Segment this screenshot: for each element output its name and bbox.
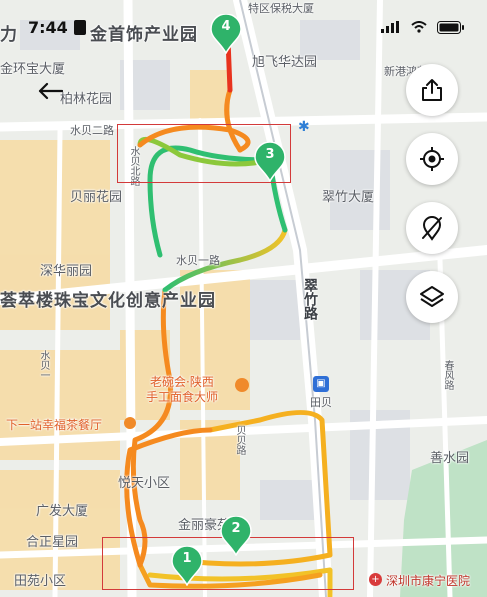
- restaurant-icon: [235, 378, 249, 392]
- map-label-shuibei1: 水贝一路: [176, 254, 220, 267]
- map-label-right-road: 春风路: [442, 360, 453, 390]
- back-button[interactable]: [32, 76, 68, 106]
- status-bar: 7:44: [0, 14, 487, 42]
- hospital-icon: +: [369, 573, 382, 586]
- map-label-yuetian: 悦天小区: [118, 476, 171, 491]
- map-label-tea: 下一站幸福茶餐厅: [6, 418, 103, 432]
- layers-button[interactable]: [406, 271, 458, 323]
- signal-icon: [381, 21, 399, 33]
- status-time: 7:44: [28, 18, 68, 37]
- location-off-icon: [422, 216, 442, 241]
- route-pin-3[interactable]: 3: [253, 141, 287, 183]
- map-label-tianyuan: 田苑小区: [14, 574, 67, 589]
- share-button[interactable]: [406, 64, 458, 116]
- map-label-xuda: 旭飞华达园: [252, 55, 318, 70]
- map-label-shanshui: 善水园: [430, 451, 470, 466]
- battery-icon: [437, 21, 464, 34]
- bus-station-icon: ▣: [313, 376, 329, 392]
- map-label-guangfa: 广发大厦: [36, 504, 89, 519]
- map-label-shuibei-one: 水贝一: [38, 350, 49, 380]
- route-pin-3-label: 3: [265, 147, 275, 162]
- map-label-hexing: 合正星园: [26, 535, 79, 550]
- map-label-beili: 贝丽花园: [70, 190, 123, 205]
- layers-icon: [420, 286, 444, 307]
- map-label-cuizhu: 翠竹大厦: [322, 190, 375, 205]
- route-pin-1-label: 1: [182, 551, 192, 566]
- map-label-hospital: 深圳市康宁医院: [386, 574, 471, 588]
- map-label-laowan-2: 手工面食大师: [146, 390, 219, 404]
- map-label-shenhua: 深华丽园: [40, 264, 93, 279]
- map-label-shuibei2: 水贝二路: [70, 124, 114, 137]
- route-pin-2[interactable]: 2: [219, 515, 253, 557]
- map-label-cuilou: 荟萃楼珠宝文化创意产业园: [0, 291, 216, 311]
- map-label-cuizhulu: 翠竹路: [302, 278, 318, 320]
- wifi-icon: [411, 21, 427, 33]
- map-label-mid-road: 贝贝路: [234, 425, 245, 455]
- notification-icon: [74, 20, 86, 35]
- map-label-jinhua: 金环宝大厦: [0, 62, 66, 77]
- restaurant-icon-2: [124, 417, 136, 429]
- map-label-tianbei: 田贝: [310, 396, 332, 409]
- crosshair-icon: [420, 147, 444, 171]
- route-pin-1[interactable]: 1: [170, 545, 204, 587]
- share-icon: [422, 79, 442, 101]
- locate-button[interactable]: [406, 133, 458, 185]
- shop-icon: ✱: [298, 119, 310, 135]
- arrow-left-icon: [38, 82, 63, 100]
- hide-track-button[interactable]: [406, 202, 458, 254]
- route-pin-2-label: 2: [231, 521, 241, 536]
